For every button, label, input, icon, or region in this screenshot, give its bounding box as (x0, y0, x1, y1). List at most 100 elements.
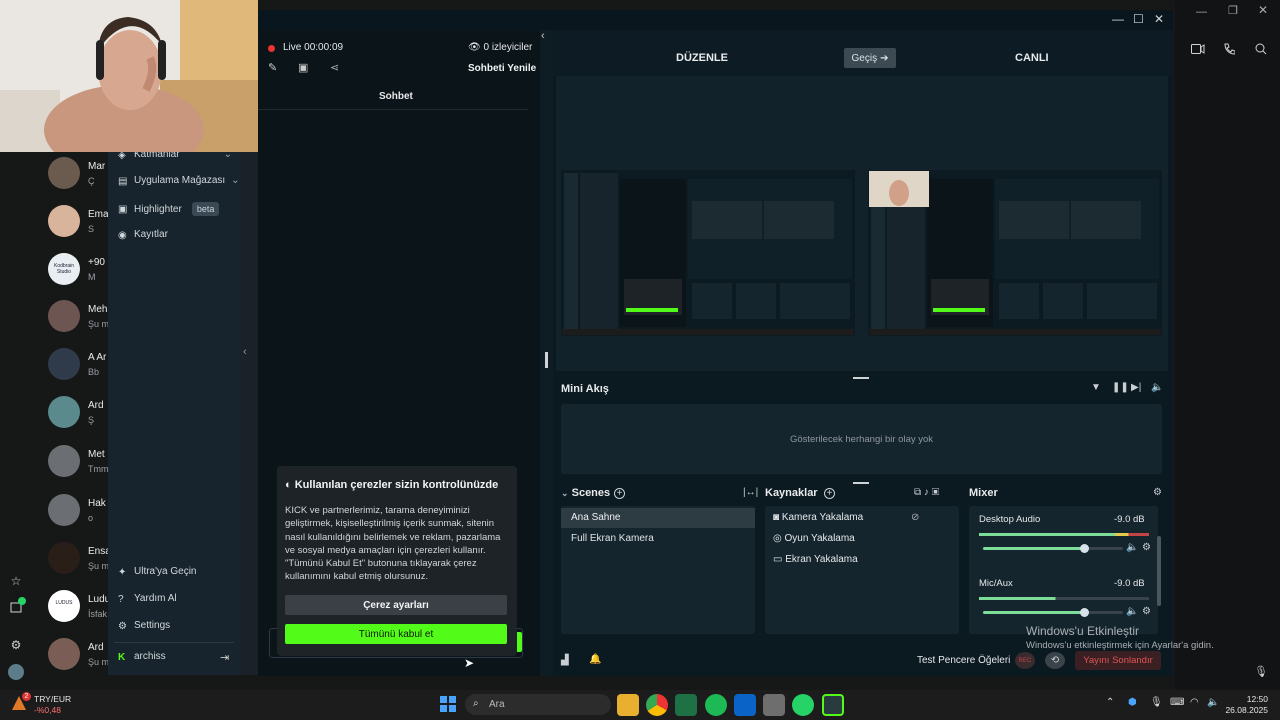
nav-highlighter[interactable]: ▣ Highlighter beta (118, 202, 220, 216)
tab-sohbet[interactable]: Sohbet (379, 91, 413, 102)
nav-app-store[interactable]: ▤ Uygulama Mağazası ⌄ (118, 175, 240, 187)
contact-name: A Ar (88, 352, 107, 363)
cookie-icon: ◐ (285, 479, 292, 491)
close-icon[interactable]: ✕ (1258, 3, 1268, 17)
currency-pair[interactable]: TRY/EUR (34, 694, 71, 704)
accept-all-button[interactable]: Tümünü kabul et (285, 624, 507, 644)
star-icon[interactable]: ☆ (9, 574, 23, 588)
scene-item-label[interactable]: Full Ekran Kamera (571, 533, 654, 544)
resize-handle[interactable] (853, 482, 869, 484)
chat-tab-bar: Sohbet (258, 85, 528, 110)
scene-item-label[interactable]: Ana Sahne (571, 512, 621, 523)
streamlabs-icon[interactable] (822, 694, 844, 716)
taskbar (0, 690, 1280, 720)
wifi-icon[interactable]: ◠ (1190, 697, 1199, 708)
contact-last-message: Ş (88, 415, 95, 425)
scrollbar[interactable] (1157, 536, 1161, 606)
phone-icon[interactable] (1222, 42, 1236, 56)
volume-icon[interactable]: 🔈 (1207, 697, 1219, 708)
nav-recordings[interactable]: ◉ Kayıtlar (118, 229, 168, 241)
source-tools-icon[interactable]: ⧉ ♪ ▣ (914, 487, 939, 498)
minimize-icon[interactable]: — (1196, 6, 1207, 18)
mini-feed-title: Mini Akış (561, 383, 609, 395)
chrome-icon[interactable] (646, 694, 668, 716)
edit-mode-tab[interactable]: DÜZENLE (676, 52, 728, 64)
resize-handle[interactable] (853, 377, 869, 379)
skip-icon[interactable]: ▶| (1131, 382, 1141, 393)
bell-icon[interactable]: 🔔 (589, 654, 601, 665)
gear-icon[interactable]: ⚙ (1153, 487, 1162, 498)
maximize-icon[interactable]: ☐ (1133, 12, 1144, 26)
edit-icon[interactable]: ✎ (268, 61, 277, 74)
pause-icon[interactable]: ❚❚ (1112, 382, 1129, 393)
gear-icon[interactable]: ⚙ (9, 638, 23, 652)
microphone-icon[interactable]: 🎙 (1150, 697, 1163, 708)
speaker-icon[interactable]: 🔈 (1126, 606, 1138, 617)
add-scene-icon[interactable]: + (614, 488, 625, 499)
avatar (48, 348, 80, 380)
source-item-label[interactable]: Ekran Yakalama (785, 554, 857, 565)
volume-slider-knob[interactable] (1079, 608, 1089, 617)
resize-handle[interactable] (545, 352, 548, 368)
gear-icon: ⚙ (118, 620, 127, 632)
nav-ultra[interactable]: ✦ Ultra'ya Geçin (118, 566, 197, 578)
speaker-icon[interactable]: 🔈 (1126, 542, 1138, 553)
mixer-channel-name: Desktop Audio (979, 514, 1041, 525)
nav-settings[interactable]: ⚙ Settings (118, 620, 170, 632)
transition-button[interactable]: Geçiş ➔ (844, 48, 896, 68)
eye-icon: 👁 (468, 42, 481, 53)
microphone-icon[interactable]: 🎙 (1254, 664, 1268, 678)
live-mode-tab[interactable]: CANLI (1015, 52, 1049, 64)
source-item-label[interactable]: Kamera Yakalama (782, 512, 863, 523)
nav-help[interactable]: ? Yardım Al (118, 593, 177, 605)
taskbar-search[interactable]: ⌕ Ara (465, 694, 611, 715)
stats-icon[interactable]: ▟ (561, 655, 569, 666)
filter-icon[interactable]: ▼ (1091, 382, 1101, 393)
maximize-icon[interactable]: ❐ (1228, 4, 1238, 17)
calculator-icon[interactable] (763, 694, 785, 716)
volume-icon[interactable]: 🔈 (1151, 382, 1163, 393)
scenes-title: Scenes (571, 487, 611, 499)
chevron-down-icon: ⌄ (561, 488, 569, 498)
logout-icon[interactable]: ⇥ (220, 651, 229, 664)
video-call-icon[interactable] (1190, 42, 1206, 56)
refresh-chat-button[interactable]: Sohbeti Yenile (468, 63, 536, 74)
excel-icon[interactable] (675, 694, 697, 716)
minimize-icon[interactable]: — (1112, 12, 1124, 26)
close-icon[interactable]: ✕ (1154, 12, 1164, 26)
spotify-icon[interactable] (705, 694, 727, 716)
end-stream-button[interactable]: Yayını Sonlandır (1075, 651, 1161, 670)
gear-icon[interactable]: ⚙ (1142, 606, 1151, 617)
gear-icon[interactable]: ⚙ (1142, 542, 1151, 553)
volume-slider-knob[interactable] (1079, 544, 1089, 553)
profile-avatar[interactable] (8, 664, 24, 680)
source-item-label[interactable]: Oyun Yakalama (785, 533, 855, 544)
whatsapp-icon[interactable] (792, 694, 814, 716)
user-account[interactable]: Karchiss (118, 651, 166, 663)
avatar (48, 396, 80, 428)
clock-time[interactable]: 12:50 (1236, 694, 1268, 704)
mixer-channel-name: Mic/Aux (979, 578, 1013, 589)
keyboard-icon[interactable]: ⌨ (1170, 697, 1184, 708)
windows-start-icon[interactable] (440, 696, 456, 712)
mixer-title: Mixer (969, 487, 998, 499)
record-button[interactable]: REC (1015, 652, 1035, 669)
collapse-arrow-icon[interactable]: ‹ (243, 346, 247, 358)
cookie-settings-button[interactable]: Çerez ayarları (285, 595, 507, 615)
add-source-icon[interactable]: + (824, 488, 835, 499)
defender-icon[interactable]: ⬢ (1128, 697, 1137, 708)
replay-icon[interactable]: ⟲ (1045, 652, 1065, 669)
clock-date[interactable]: 26.08.2025 (1222, 705, 1268, 715)
scene-transition-icon[interactable]: |↔| (743, 487, 758, 498)
share-icon[interactable]: ⋖ (330, 61, 339, 74)
search-icon[interactable] (1254, 42, 1268, 56)
visibility-off-icon[interactable]: ⊘ (911, 512, 919, 523)
outlook-icon[interactable] (734, 694, 756, 716)
contact-name: Ard (88, 642, 104, 653)
collapse-arrow-icon[interactable]: ‹ (541, 30, 545, 42)
chevron-up-icon[interactable]: ⌃ (1106, 697, 1114, 708)
file-explorer-icon[interactable] (617, 694, 639, 716)
live-preview (868, 170, 1162, 336)
test-widgets-button[interactable]: Test Pencere Öğeleri (917, 655, 1010, 666)
camera-icon[interactable]: ▣ (298, 61, 308, 74)
